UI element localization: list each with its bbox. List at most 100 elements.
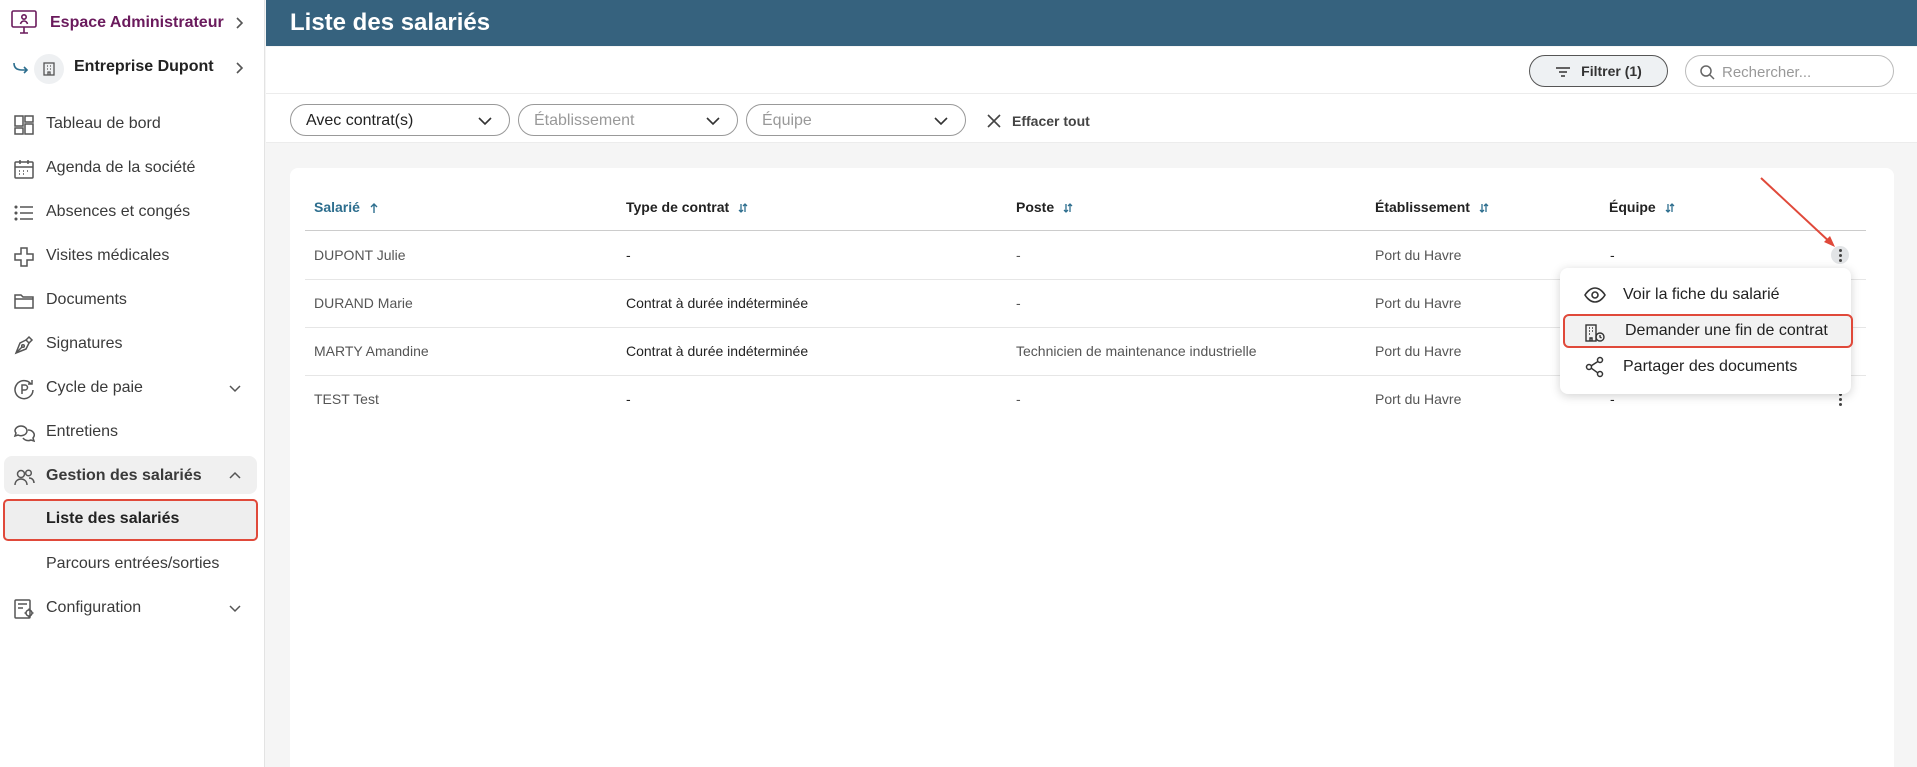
menu-item-share-documents[interactable]: Partager des documents [1560, 350, 1851, 384]
sidebar: Espace Administrateur Entreprise Dupont … [0, 0, 265, 767]
chevron-down-icon [933, 114, 949, 128]
sidebar-item-label: Visites médicales [46, 247, 170, 264]
menu-item-view-employee[interactable]: Voir la fiche du salarié [1560, 278, 1851, 312]
search-box[interactable] [1685, 55, 1894, 87]
cell-employee: MARTY Amandine [314, 343, 429, 359]
dashboard-icon [12, 113, 36, 137]
cell-position: - [1016, 391, 1021, 407]
clear-all-button[interactable]: Effacer tout [986, 110, 1090, 132]
company-label: Entreprise Dupont [74, 58, 214, 75]
column-header-label: Établissement [1375, 199, 1470, 215]
menu-item-request-contract-end[interactable]: Demander une fin de contrat [1563, 314, 1853, 348]
search-icon [1699, 64, 1715, 80]
cell-employee: TEST Test [314, 391, 379, 407]
search-input[interactable] [1722, 62, 1882, 82]
column-header-label: Type de contrat [626, 199, 730, 215]
cell-establishment: Port du Havre [1375, 247, 1462, 263]
medical-cross-icon [12, 245, 36, 269]
cell-establishment: Port du Havre [1375, 343, 1462, 359]
establishment-filter-placeholder: Établissement [534, 112, 635, 129]
sidebar-item-label: Agenda de la société [46, 159, 196, 176]
admin-space-label: Espace Administrateur [50, 14, 224, 31]
sidebar-item-signatures[interactable]: Signatures [0, 324, 265, 364]
cell-position: Technicien de maintenance industrielle [1016, 343, 1257, 359]
eye-icon [1584, 284, 1606, 306]
sidebar-item-employee-management[interactable]: Gestion des salariés [0, 456, 265, 496]
toolbar-divider [266, 93, 1917, 94]
contract-filter-value: Avec contrat(s) [306, 112, 414, 129]
sidebar-item-dashboard[interactable]: Tableau de bord [0, 104, 265, 144]
cell-position: - [1016, 247, 1021, 263]
sidebar-item-configuration[interactable]: Configuration [0, 588, 265, 628]
column-header-contract-type[interactable]: Type de contrat [626, 199, 749, 215]
sidebar-item-label: Signatures [46, 335, 123, 352]
column-header-establishment[interactable]: Établissement [1375, 199, 1490, 215]
sidebar-item-interviews[interactable]: Entretiens [0, 412, 265, 452]
chevron-right-icon [231, 15, 247, 31]
annotation-arrow [1760, 177, 1835, 247]
cell-contract: Contrat à durée indéterminée [626, 343, 809, 359]
menu-item-label: Partager des documents [1623, 358, 1798, 375]
team-filter-placeholder: Équipe [762, 112, 812, 129]
cell-employee: DURAND Marie [314, 295, 413, 311]
table-header-divider [305, 230, 1866, 231]
sidebar-item-label: Absences et congés [46, 203, 191, 220]
pen-nib-icon [12, 333, 36, 357]
chevron-down-icon [227, 380, 243, 396]
cell-establishment: Port du Havre [1375, 391, 1462, 407]
chevron-down-icon [227, 600, 243, 616]
building-clock-icon [1584, 322, 1606, 344]
sidebar-item-label: Tableau de bord [46, 115, 161, 132]
return-arrow-icon [12, 60, 30, 76]
contract-filter-select[interactable]: Avec contrat(s) [290, 104, 510, 136]
sidebar-subitem-onboarding-offboarding[interactable]: Parcours entrées/sorties [0, 544, 265, 584]
sort-ascending-icon [368, 201, 380, 213]
chevron-down-icon [477, 114, 493, 128]
establishment-filter-select[interactable]: Établissement [518, 104, 738, 136]
cell-establishment: Port du Havre [1375, 295, 1462, 311]
users-icon [12, 465, 36, 489]
sidebar-item-label: Documents [46, 291, 127, 308]
building-icon [34, 54, 64, 84]
page-title: Liste des salariés [290, 9, 491, 36]
filter-button[interactable]: Filtrer (1) [1529, 55, 1668, 87]
cell-contract: - [626, 391, 631, 407]
toolbar [266, 47, 1917, 143]
sort-icon [1062, 201, 1074, 213]
sidebar-item-label: Gestion des salariés [46, 467, 202, 484]
column-header-team[interactable]: Équipe [1609, 199, 1676, 215]
sort-icon [1664, 201, 1676, 213]
close-icon [986, 113, 1002, 129]
config-icon [12, 597, 36, 621]
sidebar-subitem-label: Parcours entrées/sorties [46, 555, 220, 572]
sidebar-item-agenda[interactable]: Agenda de la société [0, 148, 265, 188]
cell-team: - [1610, 247, 1615, 263]
column-header-employee[interactable]: Salarié [314, 199, 380, 215]
company-switcher[interactable]: Entreprise Dupont [0, 48, 265, 88]
employee-table-card [290, 168, 1894, 767]
sort-icon [1478, 201, 1490, 213]
column-header-position[interactable]: Poste [1016, 199, 1074, 215]
sidebar-subitem-label: Liste des salariés [46, 510, 180, 527]
sidebar-item-label: Configuration [46, 599, 142, 616]
team-filter-select[interactable]: Équipe [746, 104, 966, 136]
sidebar-item-absences[interactable]: Absences et congés [0, 192, 265, 232]
cell-contract: - [626, 247, 631, 263]
sidebar-item-payroll-cycle[interactable]: Cycle de paie [0, 368, 265, 408]
sidebar-item-label: Entretiens [46, 423, 119, 440]
page-header: Liste des salariés [266, 0, 1917, 46]
sidebar-item-documents[interactable]: Documents [0, 280, 265, 320]
list-icon [12, 201, 36, 225]
menu-item-label: Voir la fiche du salarié [1623, 286, 1780, 303]
sidebar-item-label: Cycle de paie [46, 379, 143, 396]
chevron-up-icon [227, 468, 243, 484]
admin-space-switcher[interactable]: Espace Administrateur [0, 0, 265, 46]
payroll-icon [12, 377, 36, 401]
column-header-label: Salarié [314, 199, 360, 215]
calendar-icon [12, 157, 36, 181]
sidebar-subitem-employee-list[interactable]: Liste des salariés [0, 499, 265, 541]
chevron-right-icon [231, 60, 247, 76]
cell-contract: Contrat à durée indéterminée [626, 295, 809, 311]
share-icon [1584, 356, 1606, 378]
sidebar-item-medical-visits[interactable]: Visites médicales [0, 236, 265, 276]
